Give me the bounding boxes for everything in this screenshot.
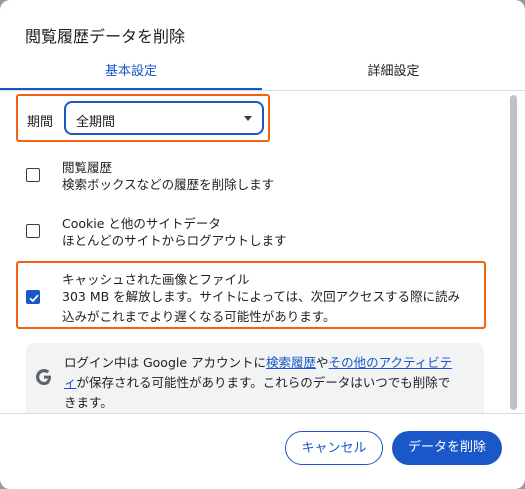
delete-data-button[interactable]: データを削除	[392, 431, 502, 465]
search-history-link[interactable]: 検索履歴	[266, 355, 316, 370]
footer-divider	[0, 413, 525, 414]
scrollbar-thumb[interactable]	[510, 95, 517, 410]
info-text-part: きます。	[64, 395, 113, 410]
browsing-history-checkbox[interactable]	[26, 168, 40, 182]
period-highlight: 期間 全期間	[16, 94, 270, 142]
option-desc-line2: 込みがこれまでより遅くなる可能性があります。	[62, 309, 336, 324]
info-text-part: ログイン中は Google アカウントに	[64, 355, 267, 370]
option-desc: 検索ボックスなどの履歴を削除します	[62, 177, 275, 192]
cache-checkbox[interactable]	[26, 290, 40, 304]
info-text-part: や	[316, 355, 329, 370]
option-desc-line1: 303 MB を解放します。サイトによっては、次回アクセスする際に読み	[62, 289, 461, 304]
period-select[interactable]: 全期間	[64, 101, 264, 135]
option-title: 閲覧履歴	[62, 160, 113, 175]
check-icon	[29, 294, 39, 303]
other-activity-link-cont[interactable]: ィ	[64, 375, 77, 390]
period-value: 全期間	[76, 115, 116, 130]
option-title: キャッシュされた画像とファイル	[62, 272, 250, 287]
dialog-content: 期間 全期間 閲覧履歴 検索ボックスなどの履歴を削除します Cookie と他の…	[0, 91, 525, 413]
cookies-checkbox[interactable]	[26, 224, 40, 238]
option-desc: ほとんどのサイトからログアウトします	[62, 233, 287, 248]
option-title: Cookie と他のサイトデータ	[62, 216, 221, 231]
cancel-button[interactable]: キャンセル	[285, 431, 383, 465]
google-account-info: ログイン中は Google アカウントに検索履歴やその他のアクティビティが保存さ…	[26, 343, 484, 413]
tab-advanced[interactable]: 詳細設定	[262, 60, 525, 90]
chevron-down-icon	[244, 116, 252, 121]
period-label: 期間	[27, 115, 54, 130]
other-activity-link[interactable]: その他のアクティビテ	[329, 355, 453, 370]
info-text-part: が保存される可能性があります。これらのデータはいつでも削除で	[76, 375, 451, 390]
google-g-icon	[36, 369, 51, 385]
clear-browsing-data-dialog: 閲覧履歴データを削除 基本設定 詳細設定 期間 全期間 閲覧履歴 検索ボックスな…	[0, 0, 525, 489]
info-text: ログイン中は Google アカウントに検索履歴やその他のアクティビティが保存さ…	[64, 353, 474, 413]
dialog-title: 閲覧履歴データを削除	[25, 27, 186, 46]
tab-basic[interactable]: 基本設定	[0, 60, 262, 90]
